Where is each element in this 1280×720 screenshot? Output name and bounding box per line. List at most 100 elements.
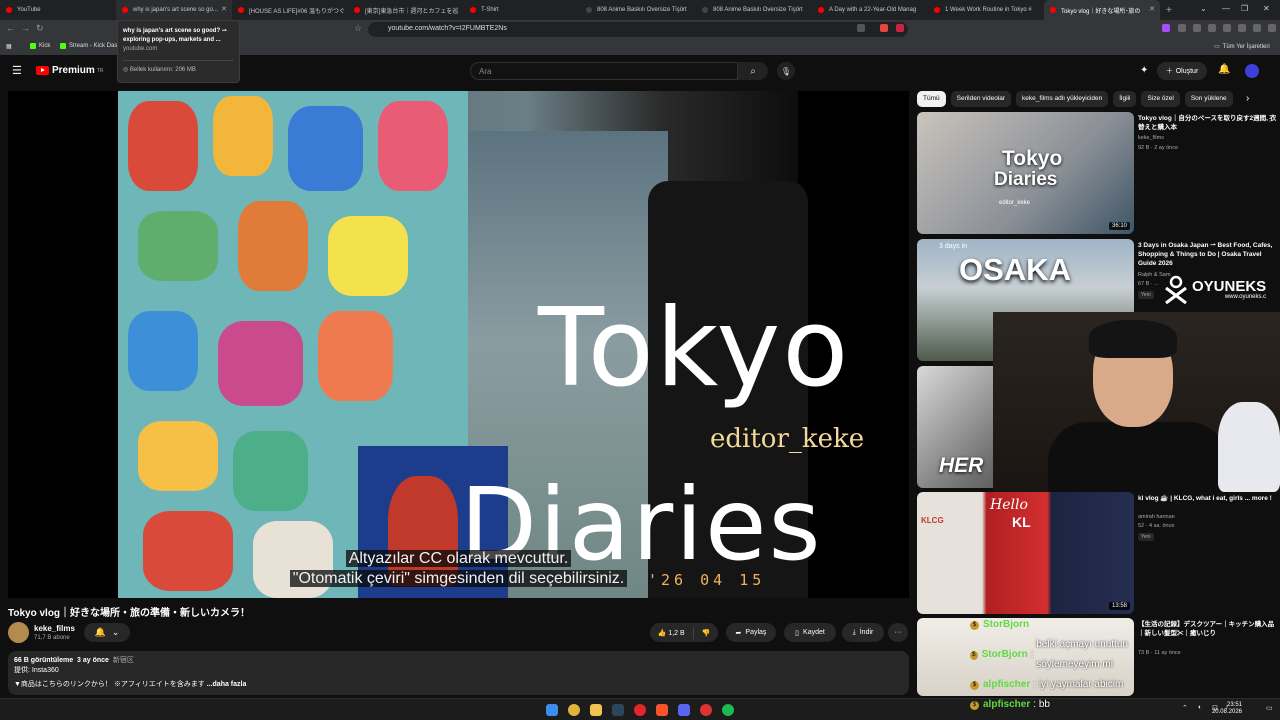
- browser-tab[interactable]: [HOUSE AS LIFE]#06 温もりがつぐ: [232, 0, 348, 20]
- cast-icon[interactable]: [857, 24, 865, 32]
- chip-for-you[interactable]: Size özel: [1141, 91, 1180, 107]
- browser-tab[interactable]: [東京]東急台市｜週河とカフェを巡: [348, 0, 464, 20]
- show-more-link[interactable]: ...daha fazla: [207, 681, 247, 688]
- download-button[interactable]: ⤓ İndir: [842, 623, 884, 642]
- music-icon[interactable]: [1193, 24, 1201, 32]
- obs-icon[interactable]: [700, 704, 712, 716]
- all-bookmarks[interactable]: ▭ Tüm Yer İşaretleri: [1214, 43, 1270, 51]
- description-box[interactable]: 66 B görüntüleme 3 ay önce 新宿区 提供: Insta…: [8, 651, 909, 695]
- sidepanel-icon[interactable]: [1208, 24, 1216, 32]
- save-button[interactable]: ▯ Kaydet: [784, 623, 836, 642]
- extension-icon[interactable]: [896, 24, 904, 32]
- hamburger-menu-icon[interactable]: ☰: [12, 64, 22, 77]
- recommended-video[interactable]: Hello KL KLCG 13:58 kl vlog ☕ | KLCG, wh…: [917, 492, 1280, 614]
- dislike-button[interactable]: 👎: [702, 629, 711, 637]
- video-thumbnail[interactable]: Hello KL KLCG 13:58: [917, 492, 1134, 614]
- voice-search-button[interactable]: 🎙: [777, 62, 795, 80]
- chip-related[interactable]: İlgili: [1113, 91, 1137, 107]
- notifications-bell-icon[interactable]: 🔔: [1218, 64, 1230, 75]
- streamer-webcam: [993, 312, 1280, 492]
- browser-tab[interactable]: YouTube: [0, 0, 116, 20]
- system-clock[interactable]: 23:51 20.08.2026: [1212, 702, 1242, 716]
- notification-center-icon[interactable]: ▭: [1266, 704, 1273, 712]
- channel-name[interactable]: amirah hannan: [1138, 514, 1175, 520]
- shop-favicon-icon: [586, 7, 592, 13]
- browser-tab[interactable]: why is japan's art scene so go... ✕: [116, 0, 232, 20]
- oyuneks-brand: OYUNEKS www.oyuneks.c: [1192, 278, 1267, 300]
- channel-avatar[interactable]: [8, 622, 29, 643]
- extension-icon[interactable]: [1223, 24, 1231, 32]
- brave-icon[interactable]: [656, 704, 668, 716]
- search-input[interactable]: Ara: [470, 62, 738, 80]
- subscribed-button[interactable]: 🔔 ⌄: [84, 623, 130, 642]
- video-player[interactable]: Tokyo editor_keke Diaries: [8, 91, 909, 598]
- apps-grid-icon[interactable]: ▦: [6, 43, 12, 50]
- maximize-icon[interactable]: ❐: [1241, 4, 1248, 13]
- hover-card-title: why is japan's art scene so good? ⇀ expl…: [123, 28, 227, 43]
- extension-icon[interactable]: [1178, 24, 1186, 32]
- account-avatar[interactable]: [1245, 64, 1259, 78]
- bookmark-kick[interactable]: Kick: [30, 43, 50, 49]
- browser-tab-active[interactable]: Tokyo vlog｜好きな場所･旅の ✕: [1044, 0, 1160, 20]
- video-title[interactable]: Tokyo vlog｜自分のペースを取り戻す2週間, 衣替えと購入本: [1138, 114, 1278, 132]
- mic-tray-icon[interactable]: ◐: [1198, 704, 1202, 711]
- channel-name[interactable]: keke_films: [1138, 135, 1164, 141]
- profile-extension-icon[interactable]: [1162, 24, 1170, 32]
- channel-name[interactable]: keke_films: [34, 624, 75, 633]
- search-button[interactable]: ⌕: [738, 62, 768, 80]
- video-title[interactable]: kl vlog ☕ | KLCG, what i eat, girls ... …: [1138, 494, 1278, 503]
- close-window-icon[interactable]: ✕: [1263, 4, 1270, 13]
- new-tab-icon[interactable]: +: [1166, 5, 1172, 16]
- share-button[interactable]: ➦ Paylaş: [726, 623, 776, 642]
- share-icon: ➦: [735, 629, 742, 637]
- forward-icon[interactable]: →: [21, 23, 30, 33]
- recommended-video[interactable]: Tokyo Diaries editor_keke 36:10 Tokyo vl…: [917, 112, 1280, 234]
- menu-icon[interactable]: [1268, 24, 1276, 32]
- tab-hover-card: why is japan's art scene so good? ⇀ expl…: [117, 20, 240, 83]
- chip-all[interactable]: Tümü: [917, 91, 946, 107]
- discord-icon[interactable]: [678, 704, 690, 716]
- more-options-icon[interactable]: ⋮: [1266, 114, 1274, 123]
- browser-tab[interactable]: 808 Anime Baskılı Oversize Tişört: [696, 0, 812, 20]
- chip-recent[interactable]: Son yüklene: [1184, 91, 1233, 107]
- chevron-right-icon[interactable]: ›: [1246, 93, 1249, 104]
- bookmark-star-icon[interactable]: ☆: [354, 23, 362, 34]
- cast-extension-icon[interactable]: ✦: [1140, 65, 1148, 76]
- spotify-icon[interactable]: [722, 704, 734, 716]
- more-actions-button[interactable]: ···: [888, 623, 908, 642]
- video-thumbnail[interactable]: Tokyo Diaries editor_keke 36:10: [917, 112, 1134, 234]
- extension-icon[interactable]: [880, 24, 888, 32]
- back-icon[interactable]: ←: [6, 23, 15, 33]
- youtube-favicon-icon: [470, 7, 476, 13]
- tab-search-icon[interactable]: ⌄: [1200, 4, 1207, 13]
- file-explorer-icon[interactable]: [590, 704, 602, 716]
- reload-icon[interactable]: ↻: [36, 23, 44, 34]
- create-button[interactable]: ＋ Oluştur: [1157, 62, 1207, 80]
- kick-icon: [30, 43, 36, 49]
- opera-icon[interactable]: [634, 704, 646, 716]
- chip-uploader[interactable]: keke_films adlı yükleyiciden: [1016, 91, 1109, 107]
- shield-icon[interactable]: [1253, 24, 1261, 32]
- youtube-logo[interactable]: Premium TR: [36, 65, 103, 76]
- chat-message: $ StorBjorn: [970, 615, 1180, 635]
- tray-chevron-icon[interactable]: ⌃: [1182, 704, 1188, 712]
- subscriber-count: 71,7 B abone: [34, 635, 70, 641]
- chat-badge-icon: $: [970, 700, 979, 710]
- close-tab-icon[interactable]: ✕: [1149, 5, 1155, 13]
- browser-tab[interactable]: T-Shirt: [464, 0, 580, 20]
- windows-start-icon[interactable]: [546, 704, 558, 716]
- minimize-icon[interactable]: —: [1222, 4, 1230, 13]
- chip-series[interactable]: Serilden videolar: [950, 91, 1012, 107]
- bookmark-stream[interactable]: Stream - Kick Das: [60, 43, 117, 49]
- close-tab-icon[interactable]: ✕: [221, 5, 227, 13]
- like-button[interactable]: 👍 1,2 B: [658, 629, 685, 637]
- browser-tab[interactable]: 1 Week Work Routine in Tokyo #: [928, 0, 1044, 20]
- video-title[interactable]: 3 Days in Osaka Japan ⇀ Best Food, Cafes…: [1138, 241, 1278, 268]
- url-bar[interactable]: youtube.com/watch?v=I2FUMBTE2Ns: [368, 22, 908, 37]
- url-text: youtube.com/watch?v=I2FUMBTE2Ns: [388, 25, 507, 32]
- steam-icon[interactable]: [612, 704, 624, 716]
- download-icon[interactable]: [1238, 24, 1246, 32]
- chrome-icon[interactable]: [568, 704, 580, 716]
- browser-tab[interactable]: A Day with a 22-Year-Old Manag: [812, 0, 928, 20]
- browser-tab[interactable]: 808 Anime Baskılı Oversize Tişört: [580, 0, 696, 20]
